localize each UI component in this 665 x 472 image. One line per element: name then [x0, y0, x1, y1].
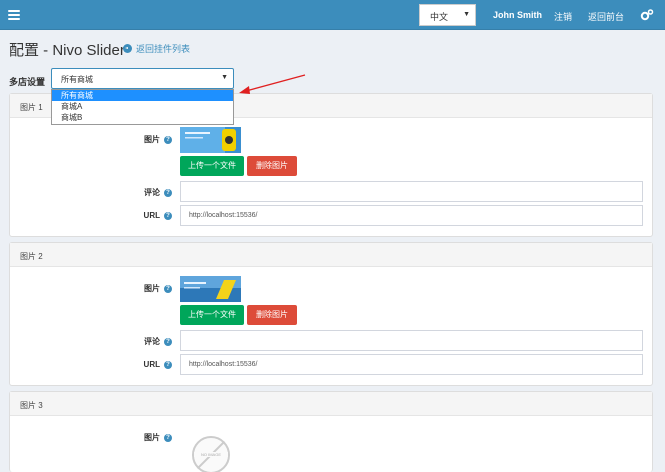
comment-label: 评论 ?: [144, 187, 172, 198]
picture-label-text: 图片: [144, 135, 160, 144]
picture-label: 图片 ?: [144, 134, 172, 145]
card-header: 图片 3: [10, 392, 652, 416]
annotation-arrow: [239, 74, 306, 94]
language-value: 中文: [430, 12, 449, 22]
language-select[interactable]: 中文 ▼: [419, 4, 476, 26]
picture-card-3: 图片 3 图片 ? NO IMAGE: [9, 391, 653, 472]
comment-label: 评论 ?: [144, 336, 172, 347]
url-input[interactable]: http://localhost:15536/: [180, 354, 643, 375]
comment-input[interactable]: [180, 181, 643, 202]
chevron-down-icon: ▼: [221, 74, 228, 81]
url-label: URL ?: [144, 360, 172, 369]
back-arrow-icon: [123, 44, 132, 53]
store-option[interactable]: 商城B: [52, 112, 233, 123]
delete-picture-button[interactable]: 删除图片: [247, 156, 297, 176]
picture-label-text: 图片: [144, 433, 160, 442]
url-input[interactable]: http://localhost:15536/: [180, 205, 643, 226]
help-icon[interactable]: ?: [164, 211, 172, 220]
hamburger-menu-icon[interactable]: [8, 8, 20, 22]
help-icon[interactable]: ?: [164, 433, 172, 442]
page-title: 配置 - Nivo Slider: [9, 42, 125, 59]
store-option[interactable]: 所有商城: [52, 90, 233, 101]
picture-card-2: 图片 2 图片 ? 上传一个文件 删除图片 评论 ? URL ? http://…: [9, 242, 653, 386]
store-dropdown-list: 所有商城 商城A 商城B: [51, 89, 234, 125]
back-to-widgets-link[interactable]: 返回挂件列表: [123, 42, 190, 55]
card-header: 图片 2: [10, 243, 652, 267]
comment-label-text: 评论: [144, 337, 160, 346]
url-label-text: URL: [143, 360, 160, 369]
comment-input[interactable]: [180, 330, 643, 351]
comment-label-text: 评论: [144, 188, 160, 197]
help-icon[interactable]: ?: [164, 188, 172, 197]
store-select[interactable]: 所有商城 ▼: [51, 68, 234, 89]
picture-label: 图片 ?: [144, 432, 172, 443]
store-setting-label: 多店设置: [9, 77, 46, 87]
upload-file-button[interactable]: 上传一个文件: [180, 156, 244, 176]
chevron-down-icon: ▼: [463, 11, 470, 18]
picture-label-text: 图片: [144, 284, 160, 293]
delete-picture-button[interactable]: 删除图片: [247, 305, 297, 325]
user-name-link[interactable]: John Smith: [493, 10, 542, 20]
url-label: URL ?: [144, 211, 172, 220]
upload-file-button[interactable]: 上传一个文件: [180, 305, 244, 325]
slide-thumbnail-1: [180, 127, 241, 153]
store-select-value: 所有商城: [61, 75, 93, 84]
help-icon[interactable]: ?: [164, 337, 172, 346]
no-image-placeholder-icon: NO IMAGE: [192, 436, 230, 472]
help-icon[interactable]: ?: [164, 360, 172, 369]
help-icon[interactable]: ?: [164, 135, 172, 144]
help-icon[interactable]: ?: [164, 284, 172, 293]
frontend-link[interactable]: 返回前台: [588, 10, 624, 23]
url-label-text: URL: [143, 211, 160, 220]
store-option[interactable]: 商城A: [52, 101, 233, 112]
slide-thumbnail-2: [180, 276, 241, 302]
picture-label: 图片 ?: [144, 283, 172, 294]
gears-icon[interactable]: [640, 8, 654, 22]
top-navbar: 中文 ▼ John Smith 注销 返回前台: [0, 0, 665, 30]
logout-link[interactable]: 注销: [554, 10, 572, 23]
back-link-label: 返回挂件列表: [136, 44, 191, 54]
no-image-text: NO IMAGE: [194, 452, 228, 457]
